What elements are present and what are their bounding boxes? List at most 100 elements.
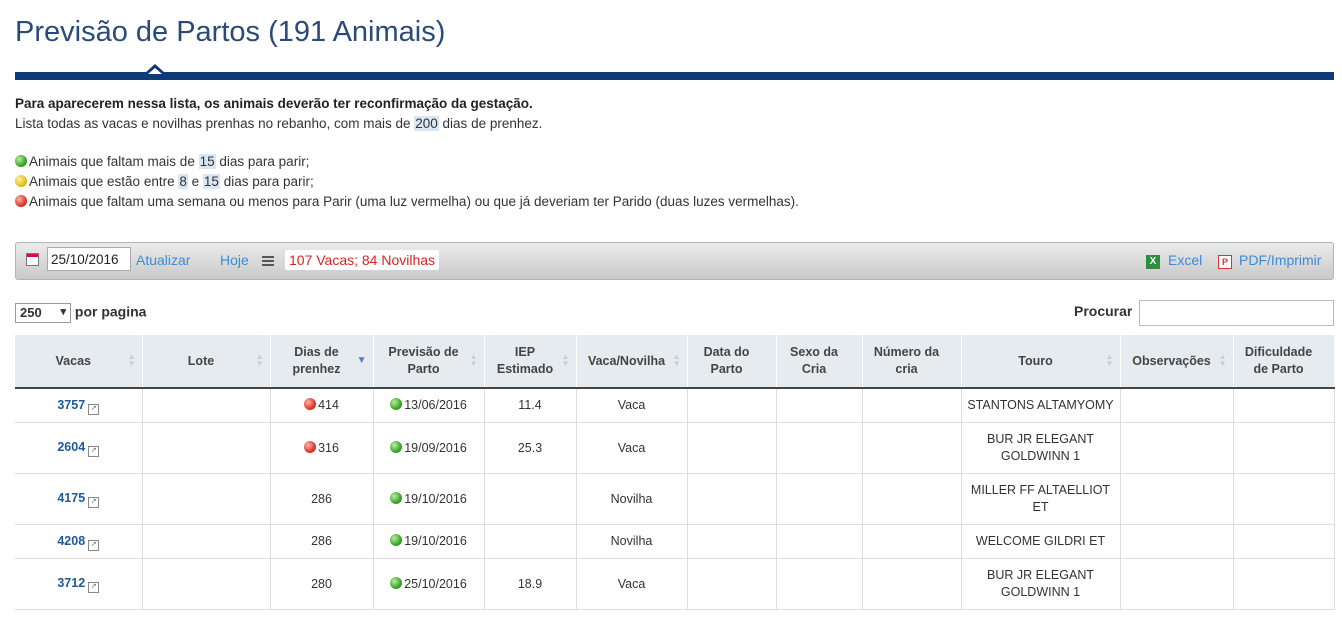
red-light-icon <box>15 195 27 207</box>
cell-lote <box>142 473 271 525</box>
cell-touro: MILLER FF ALTAELLIOT ET <box>961 473 1121 525</box>
cell-dificuldade <box>1233 388 1335 423</box>
col-header-lote[interactable]: Lote ▲ ▼ <box>142 335 271 389</box>
cell-sexo <box>776 524 863 559</box>
external-link-icon[interactable]: ↗ <box>88 539 100 551</box>
cell-vaca: 3757 ↗ <box>15 388 143 423</box>
cell-data_parto <box>687 473 777 525</box>
cell-vaca: 4208 ↗ <box>15 524 143 559</box>
external-link-icon[interactable]: ↗ <box>88 446 100 457</box>
animal-link[interactable]: 4208 <box>57 534 85 548</box>
pdf-print-link[interactable]: PDF/Imprimir <box>1239 252 1321 268</box>
min-days-value: 200 <box>414 116 439 131</box>
cell-previsao: 19/10/2016 <box>373 473 485 525</box>
red-light-icon <box>304 398 317 410</box>
col-header-touro[interactable]: Touro ▲ ▼ <box>961 335 1121 389</box>
date-input[interactable] <box>47 247 131 271</box>
cell-dificuldade <box>1233 524 1335 559</box>
legend-yellow: Animais que estão entre 8 e 15 dias para… <box>15 172 799 192</box>
calendar-icon[interactable] <box>26 253 39 266</box>
table-row: 3712 ↗ 280 25/10/2016 18.9 Vaca BUR JR ELEGANT… <box>15 558 1335 610</box>
pdf-icon[interactable]: P <box>1218 255 1232 269</box>
per-page-label: por pagina <box>74 303 147 320</box>
green-light-icon <box>390 491 403 504</box>
animal-link[interactable]: 2604 <box>57 440 85 454</box>
table-row: 3757 ↗ 414 13/06/2016 11.4 Vaca STANTONS ALTAM… <box>15 388 1335 423</box>
cell-vaca: 2604 ↗ <box>15 422 143 474</box>
col-header-tipo[interactable]: Vaca/Novilha ▲ ▼ <box>576 335 688 389</box>
cell-iep <box>484 524 577 559</box>
cell-tipo: Novilha <box>576 524 688 559</box>
green-light-icon <box>390 398 403 410</box>
cell-data_parto <box>687 558 777 610</box>
cell-lote <box>142 524 271 559</box>
count-badge: 107 Vacas; 84 Novilhas <box>285 250 440 270</box>
external-link-icon[interactable]: ↗ <box>88 497 100 508</box>
cell-previsao: 19/10/2016 <box>373 524 485 559</box>
external-link-icon[interactable]: ↗ <box>88 582 100 593</box>
cell-touro: WELCOME GILDRI ET <box>961 524 1121 559</box>
cell-lote <box>142 388 271 423</box>
animal-link[interactable]: 3757 <box>57 398 85 412</box>
cell-obs <box>1120 388 1234 423</box>
cell-touro: STANTONS ALTAMYOMY <box>961 388 1121 423</box>
col-header-previsao[interactable]: Previsão de Parto ▲ ▼ <box>373 335 485 389</box>
col-header-iep[interactable]: IEP Estimado ▲ ▼ <box>484 335 577 389</box>
cell-obs <box>1120 524 1234 559</box>
cell-lote <box>142 422 271 474</box>
cell-numero <box>862 473 962 525</box>
cell-sexo <box>776 473 863 525</box>
excel-icon[interactable]: X <box>1146 255 1160 269</box>
animal-link[interactable]: 3712 <box>57 576 85 590</box>
update-link[interactable]: Atualizar <box>136 252 190 268</box>
cell-vaca: 4175 ↗ <box>15 473 143 525</box>
search-label: Procurar <box>1074 303 1133 319</box>
cell-dificuldade <box>1233 422 1335 474</box>
search-input[interactable] <box>1139 300 1334 326</box>
births-table: Vacas ▲ ▼ Lote ▲ ▼ Dias de prenhez ▼ Previsão… <box>15 335 1335 610</box>
toolbar: Atualizar Hoje 107 Vacas; 84 Novilhas X … <box>15 242 1334 280</box>
cell-tipo: Novilha <box>576 473 688 525</box>
cell-iep: 18.9 <box>484 558 577 610</box>
green-light-icon <box>390 576 403 589</box>
intro-text: Para aparecerem nessa lista, os animais … <box>15 96 543 131</box>
col-header-dificuldade[interactable]: Dificuldade de Parto <box>1233 335 1335 389</box>
cell-sexo <box>776 388 863 423</box>
cell-numero <box>862 388 962 423</box>
title-underline <box>15 72 1334 80</box>
cell-data_parto <box>687 422 777 474</box>
legend-red: Animais que faltam uma semana ou menos p… <box>15 192 799 212</box>
excel-export-link[interactable]: Excel <box>1168 252 1202 268</box>
cell-numero <box>862 558 962 610</box>
cell-obs <box>1120 422 1234 474</box>
today-link[interactable]: Hoje <box>220 252 249 268</box>
cell-dias: 316 <box>270 422 374 474</box>
cell-data_parto <box>687 524 777 559</box>
green-light-icon <box>15 155 27 167</box>
col-header-vacas[interactable]: Vacas ▲ ▼ <box>15 335 143 389</box>
cell-previsao: 13/06/2016 <box>373 388 485 423</box>
cell-iep: 25.3 <box>484 422 577 474</box>
intro-bold: Para aparecerem nessa lista, os animais … <box>15 96 533 111</box>
animal-link[interactable]: 4175 <box>57 491 85 505</box>
col-header-obs[interactable]: Observações ▲ ▼ <box>1120 335 1234 389</box>
cell-dias: 286 <box>270 473 374 525</box>
cell-tipo: Vaca <box>576 422 688 474</box>
col-header-dias[interactable]: Dias de prenhez ▼ <box>270 335 374 389</box>
external-link-icon[interactable]: ↗ <box>88 403 100 415</box>
col-header-sexo[interactable]: Sexo da Cria <box>776 335 863 389</box>
list-icon <box>262 256 274 268</box>
page-title: Previsão de Partos (191 Animais) <box>15 16 446 48</box>
cell-dias: 286 <box>270 524 374 559</box>
col-header-data-parto[interactable]: Data do Parto <box>687 335 777 389</box>
cell-iep: 11.4 <box>484 388 577 423</box>
cell-numero <box>862 422 962 474</box>
cell-obs <box>1120 558 1234 610</box>
per-page-select[interactable]: 250 <box>15 303 71 323</box>
table-row: 4175 ↗ 286 19/10/2016 Novilha MILLER FF ALTAE… <box>15 473 1335 525</box>
col-header-numero[interactable]: Número da cria <box>862 335 962 389</box>
cell-dificuldade <box>1233 558 1335 610</box>
per-page-control: 250 por pagina <box>15 303 146 323</box>
cell-previsao: 25/10/2016 <box>373 558 485 610</box>
cell-previsao: 19/09/2016 <box>373 422 485 474</box>
